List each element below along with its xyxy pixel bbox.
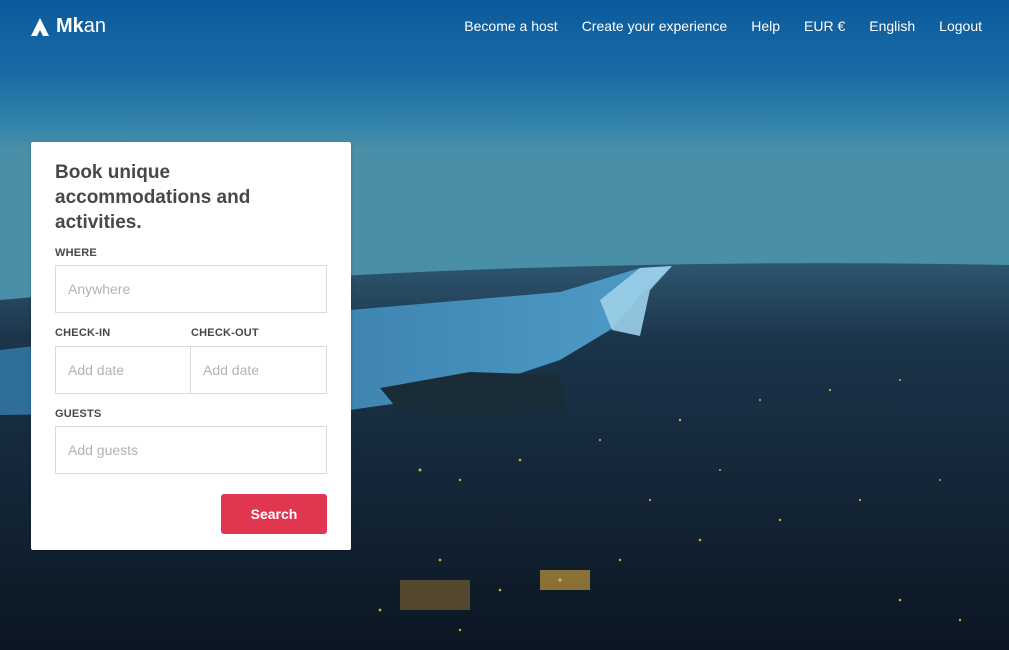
guests-input[interactable] bbox=[55, 426, 327, 474]
check-out-date-input[interactable] bbox=[191, 346, 327, 394]
top-navigation-bar: Mk an Become a host Create your experienc… bbox=[0, 0, 1009, 54]
check-in-date-input[interactable] bbox=[55, 346, 191, 394]
search-card: Book unique accommodations and activitie… bbox=[31, 142, 351, 550]
logo-link[interactable]: Mk an bbox=[30, 15, 106, 38]
logo-text-bold: Mk bbox=[56, 15, 84, 37]
nav-currency-selector[interactable]: EUR € bbox=[804, 18, 845, 34]
check-in-label: CHECK-IN bbox=[55, 327, 111, 339]
check-out-label: CHECK-OUT bbox=[191, 327, 259, 339]
where-input[interactable] bbox=[55, 265, 327, 313]
search-card-title: Book unique accommodations and activitie… bbox=[55, 162, 251, 233]
nav-logout-link[interactable]: Logout bbox=[939, 18, 982, 34]
search-button[interactable]: Search bbox=[221, 494, 327, 534]
tent-logo-icon bbox=[31, 17, 49, 36]
logo-text-light: an bbox=[83, 15, 107, 37]
nav-language-selector[interactable]: English bbox=[869, 18, 915, 34]
nav-help-link[interactable]: Help bbox=[751, 18, 780, 34]
page: Mk an Become a host Create your experienc… bbox=[0, 0, 1009, 650]
where-label: WHERE bbox=[55, 247, 97, 259]
nav-create-experience-link[interactable]: Create your experience bbox=[582, 18, 728, 34]
nav-become-a-host-link[interactable]: Become a host bbox=[464, 18, 557, 34]
nav-links: Become a host Create your experience Hel… bbox=[440, 18, 982, 34]
guests-label: GUESTS bbox=[55, 408, 102, 420]
